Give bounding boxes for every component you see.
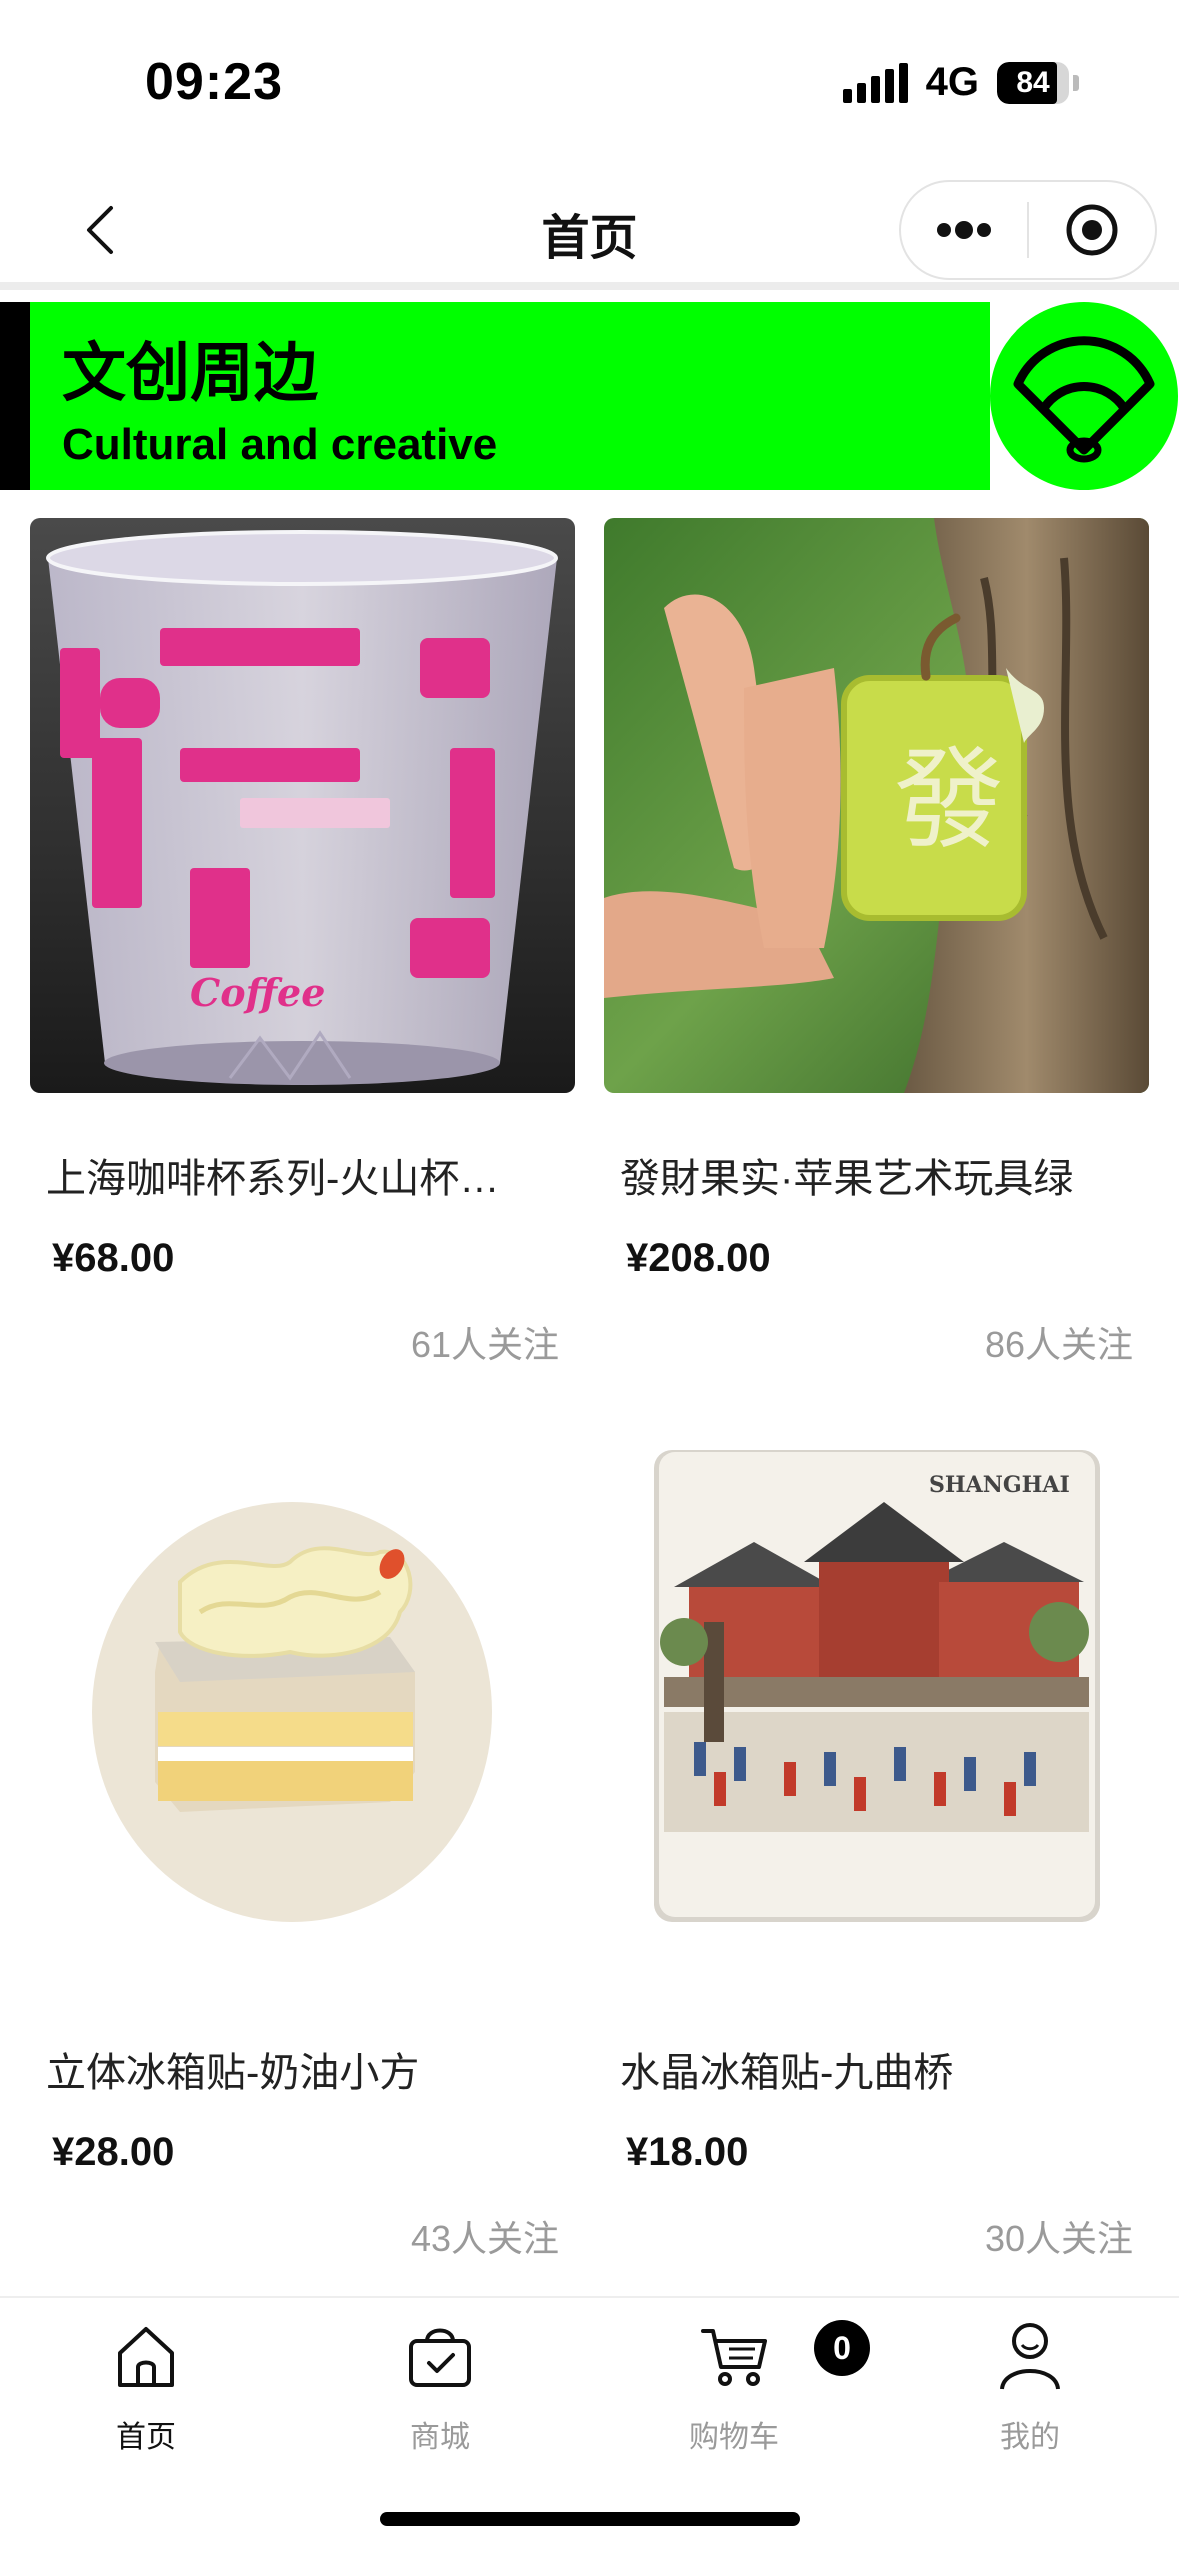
network-type: 4G xyxy=(925,60,979,104)
product-name[interactable]: 發財果实·苹果艺术玩具绿 xyxy=(620,1146,1130,1204)
product-followers: 43人关注 xyxy=(410,2218,559,2259)
product-image[interactable]: Coffee xyxy=(30,518,575,1093)
home-icon xyxy=(111,2318,181,2394)
product-image[interactable]: 發 xyxy=(604,518,1149,1093)
fan-logo xyxy=(990,302,1178,490)
section-banner: 文创周边 Cultural and creative xyxy=(0,302,1179,490)
tab-home[interactable]: 首页 xyxy=(46,2318,246,2478)
signal-icon xyxy=(842,62,908,103)
magnet-caption-text: SHANGHAI xyxy=(929,1472,1070,1498)
tab-me[interactable]: 我的 xyxy=(930,2318,1130,2478)
close-miniprogram-button[interactable] xyxy=(1029,182,1155,278)
cart-icon xyxy=(699,2318,769,2394)
battery-level: 84 xyxy=(1016,65,1050,99)
product-name[interactable]: 上海咖啡杯系列-火山杯… xyxy=(46,1146,556,1204)
product-card[interactable]: 發 發財果实·苹果艺术玩具绿 ¥208.00 86人关注 xyxy=(604,518,1149,1365)
target-icon xyxy=(1066,204,1118,256)
cart-count-badge: 0 xyxy=(814,2320,870,2376)
status-indicators: 4G 84 xyxy=(842,60,1079,105)
product-image[interactable]: SHANGHAI xyxy=(604,1412,1149,1987)
home-indicator[interactable] xyxy=(380,2512,800,2526)
cake-magnet-photo xyxy=(30,1412,575,1987)
tab-label: 购物车 xyxy=(689,2421,779,2454)
shanghai-magnet-photo: SHANGHAI xyxy=(604,1412,1149,1987)
product-card[interactable]: Coffee 上海咖啡杯系列-火山杯… ¥68.00 61人关注 xyxy=(30,518,575,1365)
glass-brand-text: Coffee xyxy=(190,970,325,1015)
more-button[interactable] xyxy=(901,182,1027,278)
status-time: 09:23 xyxy=(145,53,283,111)
fan-icon xyxy=(1013,336,1155,463)
product-price: ¥18.00 xyxy=(626,2130,749,2174)
product-price: ¥28.00 xyxy=(52,2130,175,2174)
banner-title: 文创周边 xyxy=(62,337,318,409)
product-card[interactable]: SHANGHAI 水晶冰箱贴-九曲桥 ¥18.00 30人关注 xyxy=(604,1412,1149,2259)
tab-label: 首页 xyxy=(116,2421,176,2454)
product-name[interactable]: 水晶冰箱贴-九曲桥 xyxy=(620,2040,1130,2098)
product-followers: 86人关注 xyxy=(984,1324,1133,1365)
battery-icon: 84 xyxy=(997,61,1069,104)
product-card[interactable]: 立体冰箱贴-奶油小方 ¥28.00 43人关注 xyxy=(30,1412,575,2259)
user-icon xyxy=(995,2318,1065,2394)
banner-subtitle: Cultural and creative xyxy=(62,420,498,469)
tab-mall[interactable]: 商城 xyxy=(340,2318,540,2478)
nav-bar: 首页 xyxy=(0,170,1179,290)
status-bar: 09:23 4G 84 xyxy=(0,0,1179,170)
miniprogram-capsule xyxy=(899,180,1157,280)
product-followers: 30人关注 xyxy=(984,2218,1133,2259)
bag-icon xyxy=(405,2318,475,2394)
more-dots-icon xyxy=(937,221,991,239)
product-price: ¥68.00 xyxy=(52,1236,175,1280)
product-price: ¥208.00 xyxy=(626,1236,771,1280)
tab-label: 我的 xyxy=(1000,2421,1060,2454)
tab-cart[interactable]: 购物车 xyxy=(634,2318,834,2478)
mahjong-apple-photo: 發 xyxy=(604,518,1149,1093)
product-image[interactable] xyxy=(30,1412,575,1987)
product-name[interactable]: 立体冰箱贴-奶油小方 xyxy=(46,2040,556,2098)
tab-label: 商城 xyxy=(410,2421,470,2454)
coffee-glass-photo: Coffee xyxy=(30,518,575,1093)
mahjong-char: 發 xyxy=(894,736,1004,864)
product-followers: 61人关注 xyxy=(410,1324,559,1365)
